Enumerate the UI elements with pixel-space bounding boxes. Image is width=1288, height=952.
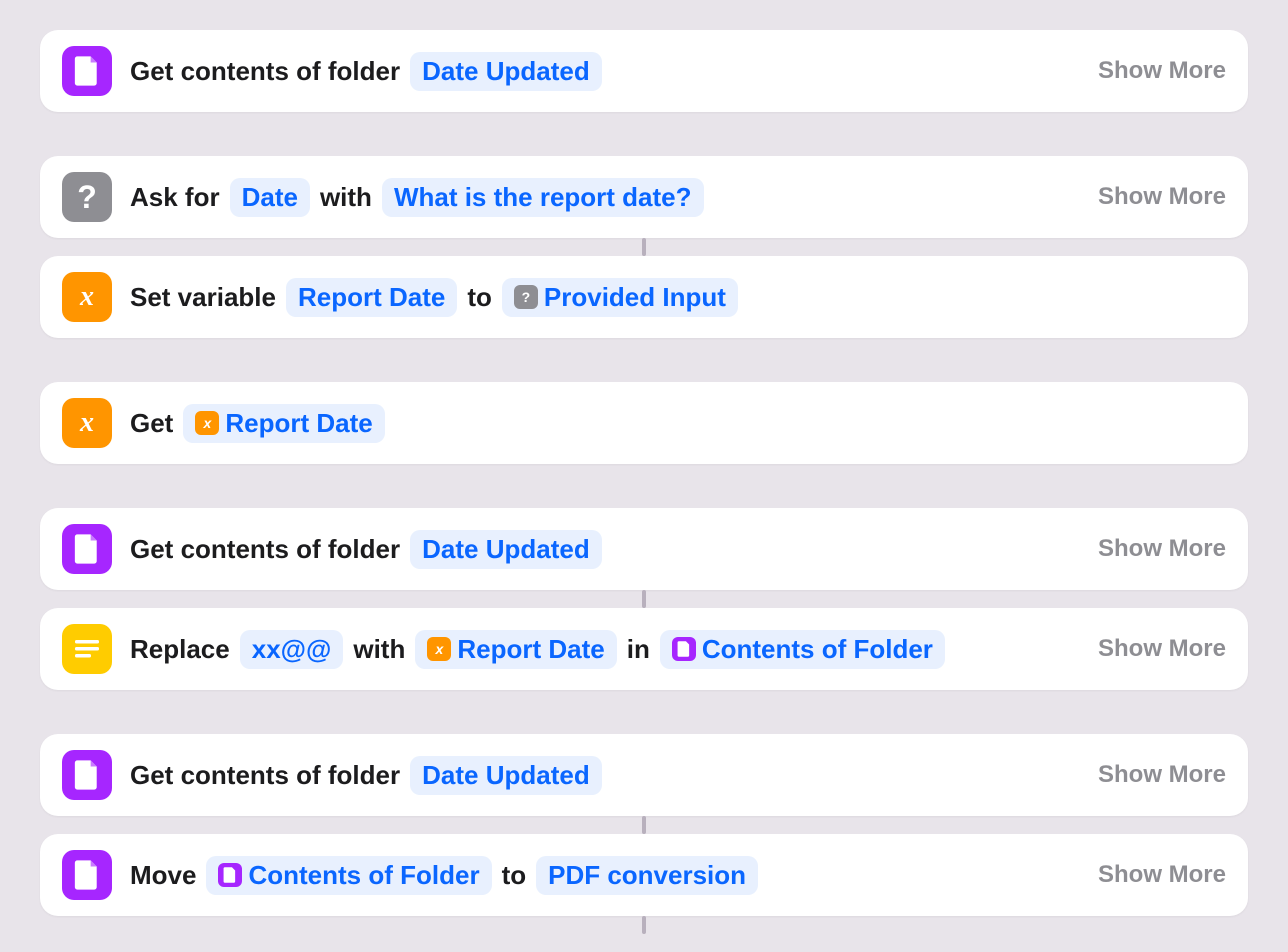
variable-icon: x <box>62 398 112 448</box>
connector-line <box>642 816 646 834</box>
param-prompt[interactable]: What is the report date? <box>382 178 704 217</box>
action-content: Get contents of folder Date Updated <box>130 756 1080 795</box>
action-title: Move <box>130 860 196 891</box>
param-contents-of-folder[interactable]: Contents of Folder <box>660 630 945 669</box>
joiner-to: to <box>502 860 527 891</box>
question-icon: ? <box>514 285 538 309</box>
param-destination[interactable]: PDF conversion <box>536 856 758 895</box>
document-icon <box>218 863 242 887</box>
action-content: Get x Report Date <box>130 404 1226 443</box>
param-date-updated[interactable]: Date Updated <box>410 530 602 569</box>
action-title: Set variable <box>130 282 276 313</box>
connector-line <box>642 590 646 608</box>
connector-line <box>642 238 646 256</box>
action-get-contents-of-folder[interactable]: Get contents of folder Date Updated Show… <box>40 30 1248 112</box>
param-date-updated[interactable]: Date Updated <box>410 756 602 795</box>
action-ask-for-input[interactable]: ? Ask for Date with What is the report d… <box>40 156 1248 238</box>
param-date-updated[interactable]: Date Updated <box>410 52 602 91</box>
variable-icon: x <box>195 411 219 435</box>
document-icon <box>62 750 112 800</box>
joiner-with: with <box>320 182 372 213</box>
action-content: Ask for Date with What is the report dat… <box>130 178 1080 217</box>
action-content: Replace xx@@ with x Report Date in Conte… <box>130 630 1080 669</box>
action-replace-text[interactable]: Replace xx@@ with x Report Date in Conte… <box>40 608 1248 690</box>
connector-line <box>642 916 646 934</box>
show-more-button[interactable]: Show More <box>1098 183 1226 211</box>
variable-icon: x <box>427 637 451 661</box>
action-set-variable[interactable]: x Set variable Report Date to ? Provided… <box>40 256 1248 338</box>
joiner-in: in <box>627 634 650 665</box>
action-get-variable[interactable]: x Get x Report Date <box>40 382 1248 464</box>
action-title: Replace <box>130 634 230 665</box>
action-content: Get contents of folder Date Updated <box>130 530 1080 569</box>
joiner-with: with <box>353 634 405 665</box>
show-more-button[interactable]: Show More <box>1098 761 1226 789</box>
show-more-button[interactable]: Show More <box>1098 635 1226 663</box>
action-move-file[interactable]: Move Contents of Folder to PDF conversio… <box>40 834 1248 916</box>
document-icon <box>62 850 112 900</box>
param-report-date[interactable]: Report Date <box>286 278 457 317</box>
param-date[interactable]: Date <box>230 178 310 217</box>
joiner-to: to <box>467 282 492 313</box>
show-more-button[interactable]: Show More <box>1098 535 1226 563</box>
variable-icon: x <box>62 272 112 322</box>
action-content: Move Contents of Folder to PDF conversio… <box>130 856 1080 895</box>
action-get-contents-of-folder[interactable]: Get contents of folder Date Updated Show… <box>40 734 1248 816</box>
param-report-date[interactable]: x Report Date <box>183 404 384 443</box>
question-icon: ? <box>62 172 112 222</box>
param-provided-input[interactable]: ? Provided Input <box>502 278 738 317</box>
action-title: Get <box>130 408 173 439</box>
param-contents-of-folder[interactable]: Contents of Folder <box>206 856 491 895</box>
param-report-date[interactable]: x Report Date <box>415 630 616 669</box>
show-more-button[interactable]: Show More <box>1098 861 1226 889</box>
text-lines-icon <box>62 624 112 674</box>
action-content: Set variable Report Date to ? Provided I… <box>130 278 1226 317</box>
action-get-contents-of-folder[interactable]: Get contents of folder Date Updated Show… <box>40 508 1248 590</box>
show-more-button[interactable]: Show More <box>1098 57 1226 85</box>
action-title: Ask for <box>130 182 220 213</box>
document-icon <box>672 637 696 661</box>
document-icon <box>62 46 112 96</box>
document-icon <box>62 524 112 574</box>
action-content: Get contents of folder Date Updated <box>130 52 1080 91</box>
action-title: Get contents of folder <box>130 56 400 87</box>
param-find-text[interactable]: xx@@ <box>240 630 344 669</box>
action-title: Get contents of folder <box>130 534 400 565</box>
action-title: Get contents of folder <box>130 760 400 791</box>
